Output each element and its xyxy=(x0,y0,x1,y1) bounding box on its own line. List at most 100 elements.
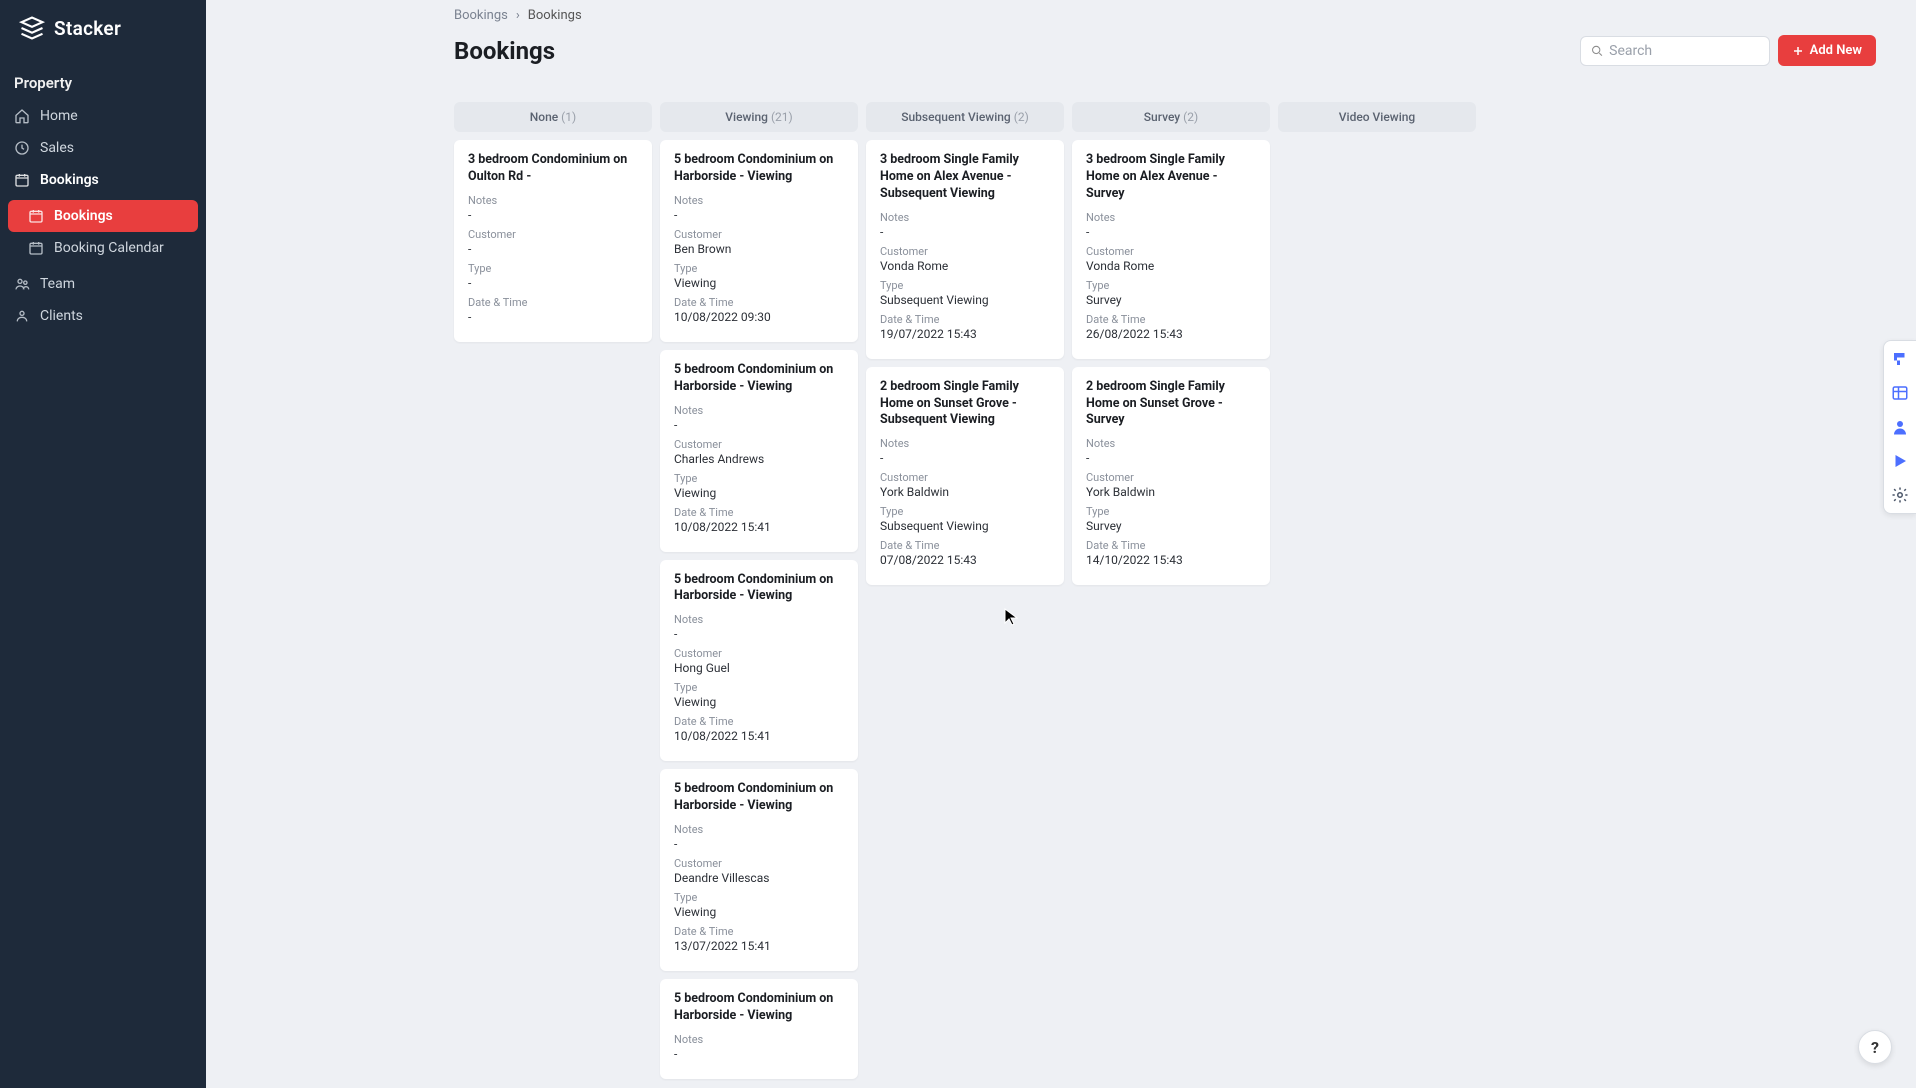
card-field-customer: Customer- xyxy=(468,228,638,256)
team-icon xyxy=(14,276,30,292)
field-label: Date & Time xyxy=(880,313,1050,326)
sidebar-subitem-label: Booking Calendar xyxy=(54,240,164,256)
column-count: (21) xyxy=(768,110,793,124)
column-header[interactable]: None (1) xyxy=(454,102,652,132)
field-label: Type xyxy=(674,891,844,904)
field-value: - xyxy=(674,627,844,641)
card-field-type: TypeSubsequent Viewing xyxy=(880,505,1050,533)
booking-card[interactable]: 3 bedroom Single Family Home on Alex Ave… xyxy=(866,140,1064,359)
card-field-type: TypeViewing xyxy=(674,472,844,500)
booking-card[interactable]: 5 bedroom Condominium on Harborside - Vi… xyxy=(660,140,858,342)
rail-table-icon[interactable] xyxy=(1890,383,1910,403)
card-field-datetime: Date & Time10/08/2022 09:30 xyxy=(674,296,844,324)
breadcrumb-parent[interactable]: Bookings xyxy=(454,8,508,23)
column-header[interactable]: Survey (2) xyxy=(1072,102,1270,132)
field-label: Type xyxy=(674,472,844,485)
field-label: Notes xyxy=(674,823,844,836)
sidebar-subitem-bookings[interactable]: Bookings xyxy=(8,200,198,232)
field-value: - xyxy=(674,1047,844,1061)
field-value: Viewing xyxy=(674,486,844,500)
field-value: 13/07/2022 15:41 xyxy=(674,939,844,953)
card-title: 2 bedroom Single Family Home on Sunset G… xyxy=(880,379,1050,430)
field-label: Customer xyxy=(674,228,844,241)
sidebar-item-sales[interactable]: Sales xyxy=(0,132,206,164)
column-count: (2) xyxy=(1011,110,1029,124)
field-label: Date & Time xyxy=(674,296,844,309)
field-value: Viewing xyxy=(674,276,844,290)
booking-card[interactable]: 5 bedroom Condominium on Harborside - Vi… xyxy=(660,350,858,552)
sidebar-item-clients[interactable]: Clients xyxy=(0,300,206,332)
kanban-column: Video Viewing xyxy=(1278,102,1476,140)
main-scroll[interactable]: Bookings › Bookings Bookings Add New Non… xyxy=(206,0,1916,1088)
calendar-icon xyxy=(28,240,44,256)
column-cards: 3 bedroom Condominium on Oulton Rd -Note… xyxy=(454,140,652,342)
right-rail xyxy=(1883,340,1916,514)
sidebar-item-team[interactable]: Team xyxy=(0,268,206,300)
field-value: Vonda Rome xyxy=(1086,259,1256,273)
field-value: - xyxy=(1086,451,1256,465)
card-field-type: TypeViewing xyxy=(674,681,844,709)
sidebar: Stacker Property Home Sales Bookings Boo… xyxy=(0,0,206,1088)
field-value: Hong Guel xyxy=(674,661,844,675)
stacker-icon xyxy=(18,14,46,42)
brand-logo[interactable]: Stacker xyxy=(0,0,206,56)
sidebar-item-label: Home xyxy=(40,108,78,124)
page-title: Bookings xyxy=(454,37,555,65)
card-field-notes: Notes- xyxy=(880,437,1050,465)
field-label: Date & Time xyxy=(1086,313,1256,326)
field-value: Viewing xyxy=(674,905,844,919)
field-label: Notes xyxy=(880,211,1050,224)
kanban-column: Viewing (21) 5 bedroom Condominium on Har… xyxy=(660,102,858,1079)
card-field-type: Type- xyxy=(468,262,638,290)
booking-card[interactable]: 2 bedroom Single Family Home on Sunset G… xyxy=(866,367,1064,586)
sidebar-item-home[interactable]: Home xyxy=(0,100,206,132)
booking-card[interactable]: 5 bedroom Condominium on Harborside - Vi… xyxy=(660,979,858,1079)
rail-user-icon[interactable] xyxy=(1890,417,1910,437)
field-value: 10/08/2022 15:41 xyxy=(674,729,844,743)
field-label: Notes xyxy=(1086,211,1256,224)
field-value: York Baldwin xyxy=(1086,485,1256,499)
card-title: 5 bedroom Condominium on Harborside - Vi… xyxy=(674,991,844,1025)
field-value: Subsequent Viewing xyxy=(880,293,1050,307)
booking-card[interactable]: 3 bedroom Condominium on Oulton Rd -Note… xyxy=(454,140,652,342)
column-count: (1) xyxy=(558,110,576,124)
column-header[interactable]: Viewing (21) xyxy=(660,102,858,132)
card-field-customer: CustomerVonda Rome xyxy=(880,245,1050,273)
field-value: - xyxy=(674,418,844,432)
field-label: Type xyxy=(880,279,1050,292)
rail-paint-icon[interactable] xyxy=(1890,349,1910,369)
booking-card[interactable]: 2 bedroom Single Family Home on Sunset G… xyxy=(1072,367,1270,586)
sidebar-subitem-booking-calendar[interactable]: Booking Calendar xyxy=(8,232,198,264)
booking-card[interactable]: 3 bedroom Single Family Home on Alex Ave… xyxy=(1072,140,1270,359)
card-field-customer: CustomerVonda Rome xyxy=(1086,245,1256,273)
card-field-customer: CustomerBen Brown xyxy=(674,228,844,256)
add-new-button[interactable]: Add New xyxy=(1778,35,1876,66)
card-field-notes: Notes- xyxy=(468,194,638,222)
field-label: Customer xyxy=(674,647,844,660)
search-box[interactable] xyxy=(1580,36,1770,66)
field-label: Customer xyxy=(468,228,638,241)
column-header[interactable]: Subsequent Viewing (2) xyxy=(866,102,1064,132)
sidebar-item-bookings[interactable]: Bookings xyxy=(0,164,206,196)
field-label: Customer xyxy=(880,471,1050,484)
card-field-notes: Notes- xyxy=(674,404,844,432)
field-label: Date & Time xyxy=(1086,539,1256,552)
column-name: Video Viewing xyxy=(1339,110,1415,124)
plus-icon xyxy=(1792,45,1804,57)
add-new-label: Add New xyxy=(1810,43,1862,58)
card-title: 2 bedroom Single Family Home on Sunset G… xyxy=(1086,379,1256,430)
rail-gear-icon[interactable] xyxy=(1890,485,1910,505)
booking-card[interactable]: 5 bedroom Condominium on Harborside - Vi… xyxy=(660,560,858,762)
field-value: - xyxy=(468,310,638,324)
sidebar-item-label: Team xyxy=(40,276,75,292)
rail-play-icon[interactable] xyxy=(1890,451,1910,471)
page-header: Bookings Add New xyxy=(454,35,1876,66)
clients-icon xyxy=(14,308,30,324)
column-header[interactable]: Video Viewing xyxy=(1278,102,1476,132)
field-label: Notes xyxy=(880,437,1050,450)
search-input[interactable] xyxy=(1609,43,1759,59)
booking-card[interactable]: 5 bedroom Condominium on Harborside - Vi… xyxy=(660,769,858,971)
card-title: 5 bedroom Condominium on Harborside - Vi… xyxy=(674,572,844,606)
help-button[interactable]: ? xyxy=(1858,1030,1892,1064)
card-field-datetime: Date & Time26/08/2022 15:43 xyxy=(1086,313,1256,341)
